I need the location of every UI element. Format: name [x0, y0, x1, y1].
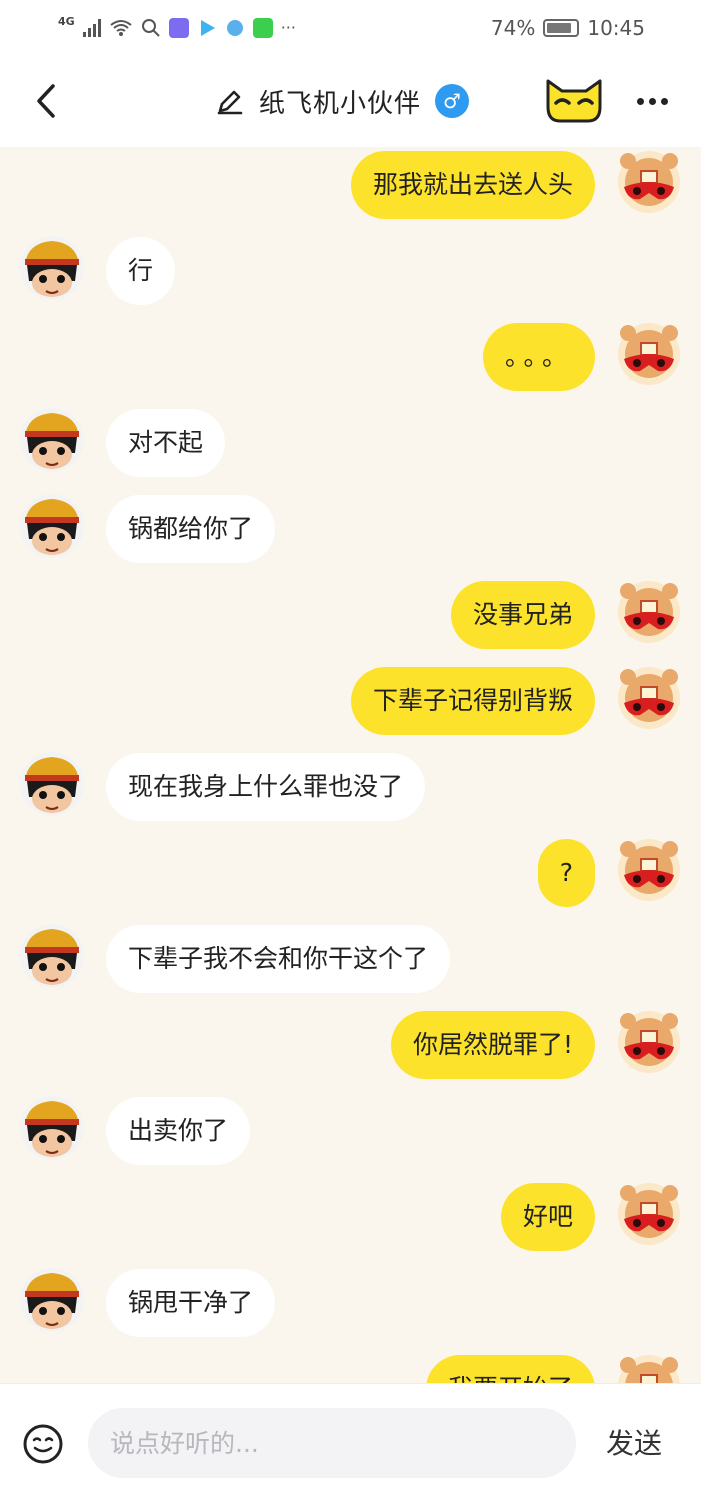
message-incoming: 锅都给你了: [0, 493, 701, 563]
browser-icon: [226, 19, 243, 36]
message-list[interactable]: 那我就出去送人头 行 。。。 对不起 锅都给你了 没事兄弟 下辈子记得别背叛 现…: [0, 147, 701, 1383]
search-icon: [141, 18, 160, 37]
contact-avatar-icon[interactable]: [19, 235, 85, 301]
more-dots-icon: [636, 97, 644, 105]
message-bubble[interactable]: 行: [106, 237, 176, 305]
message-incoming: 下辈子我不会和你干这个了: [0, 923, 701, 993]
contact-avatar-icon[interactable]: [19, 493, 85, 559]
message-outgoing: ?: [0, 839, 701, 907]
message-bubble[interactable]: 下辈子我不会和你干这个了: [106, 925, 451, 993]
wifi-icon: [110, 19, 132, 36]
message-outgoing: 好吧: [0, 1183, 701, 1251]
cat-mask-icon[interactable]: [544, 77, 604, 123]
status-bar: 4G ··· 74% 10:45: [0, 0, 701, 55]
message-incoming: 对不起: [0, 407, 701, 477]
message-outgoing: 。。。: [0, 323, 701, 391]
status-right: 74% 10:45: [491, 16, 645, 40]
self-avatar-icon[interactable]: [616, 837, 682, 903]
self-avatar-icon[interactable]: [616, 1181, 682, 1247]
message-incoming: 现在我身上什么罪也没了: [0, 751, 701, 821]
battery-percent: 74%: [490, 15, 536, 40]
contact-avatar-icon[interactable]: [19, 1095, 85, 1161]
app-notification-icon: [168, 17, 189, 38]
contact-avatar-icon[interactable]: [19, 751, 85, 817]
message-outgoing: 你居然脱罪了!: [0, 1011, 701, 1079]
message-outgoing: 我要开始了: [0, 1355, 701, 1383]
self-avatar-icon[interactable]: [616, 1353, 682, 1383]
input-bar: 发送: [0, 1383, 701, 1500]
message-bubble[interactable]: 好吧: [500, 1183, 595, 1251]
message-input[interactable]: [88, 1408, 576, 1478]
message-bubble[interactable]: 现在我身上什么罪也没了: [106, 753, 426, 821]
message-bubble[interactable]: 出卖你了: [106, 1097, 251, 1165]
message-bubble[interactable]: ?: [537, 839, 595, 907]
message-bubble[interactable]: 那我就出去送人头: [350, 151, 595, 219]
self-avatar-icon[interactable]: [616, 1009, 682, 1075]
chevron-left-icon: [37, 84, 55, 118]
message-bubble[interactable]: 没事兄弟: [450, 581, 595, 649]
self-avatar-icon[interactable]: [616, 149, 682, 215]
message-incoming: 行: [0, 235, 701, 305]
message-bubble[interactable]: 我要开始了: [425, 1355, 595, 1383]
self-avatar-icon[interactable]: [616, 665, 682, 731]
message-outgoing: 那我就出去送人头: [0, 151, 701, 219]
pencil-icon: [217, 90, 243, 115]
chat-header: 纸飞机小伙伴 ♂: [0, 55, 701, 147]
message-bubble[interactable]: 下辈子记得别背叛: [350, 667, 595, 735]
message-outgoing: 没事兄弟: [0, 581, 701, 649]
battery-icon: [543, 18, 580, 37]
message-bubble[interactable]: 对不起: [106, 409, 226, 477]
contact-avatar-icon[interactable]: [19, 923, 85, 989]
smiley-icon[interactable]: [22, 1423, 64, 1465]
page-title: 纸飞机小伙伴: [259, 88, 422, 119]
message-bubble[interactable]: 。。。: [482, 323, 595, 391]
more-notifications-indicator: ···: [280, 18, 296, 37]
title-area[interactable]: 纸飞机小伙伴 ♂: [215, 79, 470, 123]
status-left: 4G ···: [58, 15, 296, 38]
signal-icon: [82, 18, 101, 37]
send-button[interactable]: 发送: [606, 1422, 662, 1462]
self-avatar-icon[interactable]: [616, 321, 682, 387]
contact-avatar-icon[interactable]: [19, 1267, 85, 1333]
message-outgoing: 下辈子记得别背叛: [0, 667, 701, 735]
message-bubble[interactable]: 锅甩干净了: [106, 1269, 276, 1337]
message-incoming: 出卖你了: [0, 1095, 701, 1165]
gender-badge: ♂: [435, 84, 470, 118]
message-bubble[interactable]: 你居然脱罪了!: [390, 1011, 595, 1079]
clock: 10:45: [587, 15, 645, 40]
more-button[interactable]: [632, 81, 672, 121]
network-type: 4G: [58, 15, 75, 28]
iqiyi-icon: [252, 17, 273, 38]
self-avatar-icon[interactable]: [616, 579, 682, 645]
back-button[interactable]: [26, 77, 66, 125]
contact-avatar-icon[interactable]: [19, 407, 85, 473]
message-incoming: 锅甩干净了: [0, 1267, 701, 1337]
video-app-icon: [200, 19, 215, 36]
message-bubble[interactable]: 锅都给你了: [106, 495, 276, 563]
